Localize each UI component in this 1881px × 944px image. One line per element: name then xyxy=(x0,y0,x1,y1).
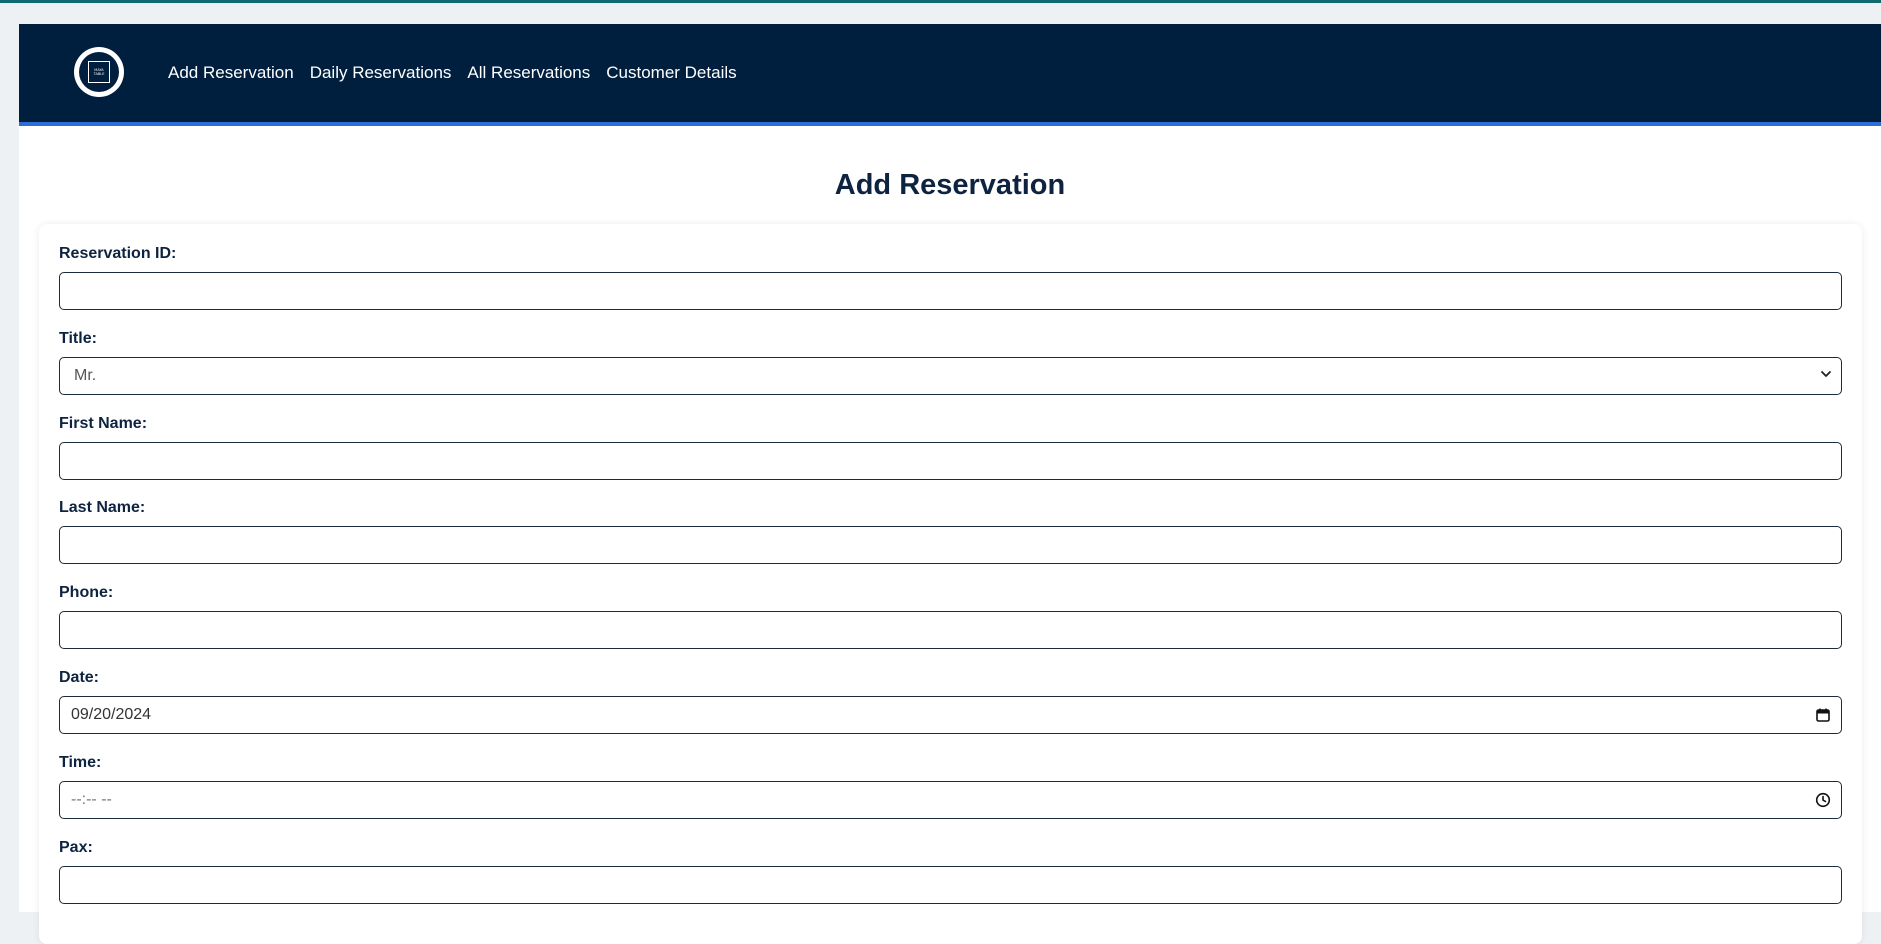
page-container: MAYA TABLE Add Reservation Daily Reserva… xyxy=(19,24,1881,944)
first-name-input[interactable] xyxy=(59,442,1842,480)
time-label: Time: xyxy=(59,754,102,771)
nav-link-daily-reservations[interactable]: Daily Reservations xyxy=(310,63,452,83)
nav-link-all-reservations[interactable]: All Reservations xyxy=(467,63,590,83)
nav-link-add-reservation[interactable]: Add Reservation xyxy=(168,63,294,83)
chevron-down-icon xyxy=(1821,371,1831,377)
pax-input[interactable] xyxy=(59,866,1842,904)
time-input[interactable]: --:-- -- xyxy=(59,781,1842,819)
page-title: Add Reservation xyxy=(834,169,1066,201)
navbar: MAYA TABLE Add Reservation Daily Reserva… xyxy=(19,24,1881,126)
date-input[interactable]: 09/20/2024 xyxy=(59,696,1842,734)
reservation-id-input[interactable] xyxy=(59,272,1842,310)
nav-links: Add Reservation Daily Reservations All R… xyxy=(168,24,737,122)
title-label: Title: xyxy=(59,330,97,347)
brand-logo[interactable]: MAYA TABLE xyxy=(74,47,124,97)
time-value: --:-- -- xyxy=(71,791,112,808)
logo-mark: MAYA TABLE xyxy=(88,61,110,83)
reservation-form: Reservation ID: Title: Mr. First Name: L… xyxy=(39,224,1862,944)
title-select[interactable]: Mr. xyxy=(59,357,1842,395)
top-accent-strip xyxy=(0,0,1881,3)
logo-circle: MAYA TABLE xyxy=(79,52,119,92)
calendar-icon[interactable] xyxy=(1815,707,1831,723)
phone-input[interactable] xyxy=(59,611,1842,649)
reservation-id-label: Reservation ID: xyxy=(59,245,177,262)
pax-label: Pax: xyxy=(59,839,93,856)
nav-link-customer-details[interactable]: Customer Details xyxy=(606,63,736,83)
last-name-input[interactable] xyxy=(59,526,1842,564)
first-name-label: First Name: xyxy=(59,415,148,432)
clock-icon[interactable] xyxy=(1815,792,1831,808)
date-label: Date: xyxy=(59,669,100,686)
last-name-label: Last Name: xyxy=(59,499,146,516)
title-select-value: Mr. xyxy=(74,367,97,384)
phone-label: Phone: xyxy=(59,584,114,601)
date-value: 09/20/2024 xyxy=(71,706,152,723)
